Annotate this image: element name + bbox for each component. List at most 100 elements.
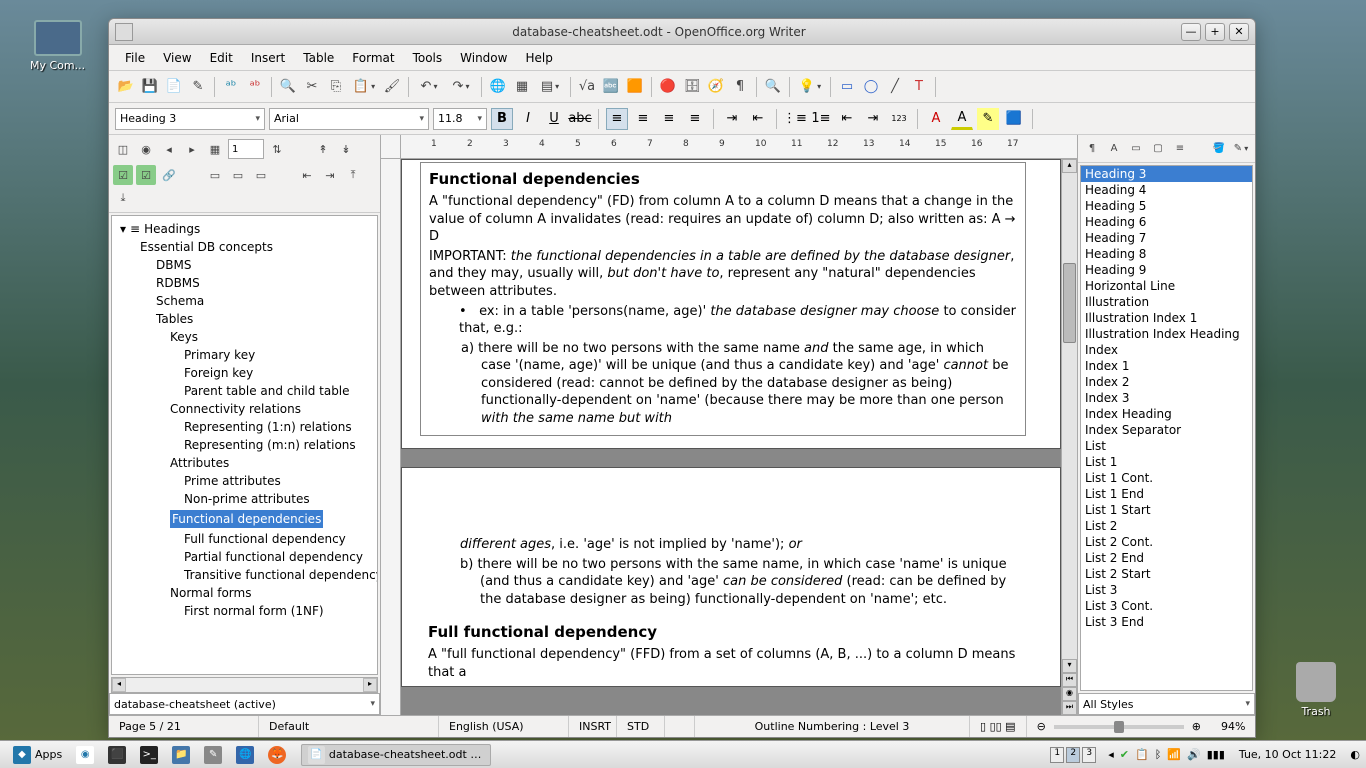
style-item[interactable]: List 3 End xyxy=(1081,614,1252,630)
desktop-trash[interactable]: Trash xyxy=(1296,662,1336,718)
line-icon[interactable]: ╱ xyxy=(884,76,906,98)
horizontal-ruler[interactable]: 1234567891011121314151617 xyxy=(381,135,1077,159)
apps-menu-button[interactable]: ◆ Apps xyxy=(6,744,69,766)
tree-item[interactable]: Non-prime attributes xyxy=(112,490,377,508)
launcher-firefox[interactable]: 🦊 xyxy=(261,744,293,766)
record-icon[interactable]: 🔴 xyxy=(657,76,679,98)
style-item[interactable]: Heading 6 xyxy=(1081,214,1252,230)
status-outline[interactable]: Outline Numbering : Level 3 xyxy=(695,716,970,737)
nav-page-icon[interactable]: ▦ xyxy=(205,139,225,159)
nonprinting-icon[interactable]: ¶ xyxy=(729,76,751,98)
status-zoom-value[interactable]: 94% xyxy=(1211,716,1255,737)
style-item[interactable]: List 3 Cont. xyxy=(1081,598,1252,614)
nav-drag-icon[interactable]: ⇅ xyxy=(267,139,287,159)
scroll-thumb[interactable] xyxy=(1063,263,1076,343)
decrease-indent-button[interactable]: ⇤ xyxy=(836,108,858,130)
ellipse-icon[interactable]: ◯ xyxy=(860,76,882,98)
style-item[interactable]: Horizontal Line xyxy=(1081,278,1252,294)
nav-movedown-icon[interactable]: ⤓ xyxy=(113,188,133,208)
fill-format-icon[interactable]: 🪣 xyxy=(1209,139,1229,159)
font-size-combo[interactable]: 11.8 xyxy=(433,108,487,130)
status-modified[interactable] xyxy=(665,716,695,737)
tree-item[interactable]: Attributes xyxy=(112,454,377,472)
paste-icon[interactable]: 📋 xyxy=(349,76,379,98)
nav-content-icon[interactable]: ☑ xyxy=(136,165,156,185)
style-item[interactable]: Heading 9 xyxy=(1081,262,1252,278)
nav-footer-icon[interactable]: ▭ xyxy=(228,165,248,185)
page-styles-icon[interactable]: ▢ xyxy=(1148,139,1168,159)
launcher-terminal[interactable]: >_ xyxy=(133,744,165,766)
menu-help[interactable]: Help xyxy=(517,48,560,68)
nav-next-icon[interactable]: ▸ xyxy=(182,139,202,159)
styles-list[interactable]: Heading 3Heading 4Heading 5Heading 6Head… xyxy=(1080,165,1253,691)
menu-edit[interactable]: Edit xyxy=(202,48,241,68)
tree-item[interactable]: Transitive functional dependency xyxy=(112,566,377,584)
align-left-button[interactable]: ≡ xyxy=(606,108,628,130)
undo-icon[interactable]: ↶ xyxy=(414,76,444,98)
frame-styles-icon[interactable]: ▭ xyxy=(1126,139,1146,159)
indent-num-button[interactable]: 123 xyxy=(888,108,910,130)
char-styles-icon[interactable]: A xyxy=(1104,139,1124,159)
menu-table[interactable]: Table xyxy=(295,48,342,68)
open-icon[interactable]: 📂 xyxy=(115,76,137,98)
bg-highlight-button[interactable]: ✎ xyxy=(977,108,999,130)
nav-chapter-up-icon[interactable]: ↟ xyxy=(313,139,333,159)
style-item[interactable]: Index xyxy=(1081,342,1252,358)
tray-lock-icon[interactable]: ◐ xyxy=(1350,748,1360,761)
tree-item[interactable]: DBMS xyxy=(112,256,377,274)
bg-color-button[interactable]: 🟦 xyxy=(1003,108,1025,130)
nav-button[interactable]: ◉ xyxy=(1062,687,1077,701)
tray-battery-icon[interactable]: ▮▮▮ xyxy=(1207,748,1225,761)
hyperlink-icon[interactable]: 🌐 xyxy=(487,76,509,98)
insert-grid-icon[interactable]: ▤ xyxy=(535,76,565,98)
list-styles-icon[interactable]: ≡ xyxy=(1170,139,1190,159)
nav-anchor-icon[interactable]: ▭ xyxy=(251,165,271,185)
nav-demote-icon[interactable]: ⇥ xyxy=(320,165,340,185)
nav-reminder-icon[interactable]: 🔗 xyxy=(159,165,179,185)
tree-item[interactable]: Prime attributes xyxy=(112,472,377,490)
style-item[interactable]: List 2 Cont. xyxy=(1081,534,1252,550)
show-desktop-button[interactable]: ◉ xyxy=(69,744,101,766)
titlebar[interactable]: database-cheatsheet.odt - OpenOffice.org… xyxy=(109,19,1255,45)
workspace-2[interactable]: 2 xyxy=(1066,747,1080,763)
tree-item[interactable]: RDBMS xyxy=(112,274,377,292)
style-item[interactable]: Index 2 xyxy=(1081,374,1252,390)
launcher-1[interactable]: ⬛ xyxy=(101,744,133,766)
text-icon[interactable]: T xyxy=(908,76,930,98)
tree-item[interactable]: Essential DB concepts xyxy=(112,238,377,256)
style-item[interactable]: Index Heading xyxy=(1081,406,1252,422)
nav-chapter-down-icon[interactable]: ↡ xyxy=(336,139,356,159)
menu-format[interactable]: Format xyxy=(344,48,402,68)
status-insert-mode[interactable]: INSRT xyxy=(569,716,617,737)
close-button[interactable]: ✕ xyxy=(1229,23,1249,41)
vertical-scrollbar[interactable]: ▴ ▾ ⏮ ◉ ⏭ xyxy=(1061,159,1077,715)
maximize-button[interactable]: + xyxy=(1205,23,1225,41)
navigator-icon[interactable]: 🧭 xyxy=(705,76,727,98)
nav-header-icon[interactable]: ▭ xyxy=(205,165,225,185)
paragraph-style-combo[interactable]: Heading 3 xyxy=(115,108,265,130)
vertical-ruler[interactable] xyxy=(381,159,401,715)
status-language[interactable]: English (USA) xyxy=(439,716,569,737)
launcher-editor[interactable]: ✎ xyxy=(197,744,229,766)
align-justify-button[interactable]: ≡ xyxy=(684,108,706,130)
tree-item[interactable]: Primary key xyxy=(112,346,377,364)
tree-item[interactable]: Keys xyxy=(112,328,377,346)
navigator-hscroll[interactable]: ◂▸ xyxy=(111,677,378,693)
style-item[interactable]: List 2 End xyxy=(1081,550,1252,566)
tree-item[interactable]: Connectivity relations xyxy=(112,400,377,418)
navigator-tree[interactable]: ▾ ≡ Headings Essential DB conceptsDBMSRD… xyxy=(111,215,378,675)
nav-toggle-icon[interactable]: ◫ xyxy=(113,139,133,159)
nav-prev-icon[interactable]: ◂ xyxy=(159,139,179,159)
bold-button[interactable]: B xyxy=(491,108,513,130)
nav-nav-icon[interactable]: ◉ xyxy=(136,139,156,159)
underline-button[interactable]: U xyxy=(543,108,565,130)
chars-icon[interactable]: 🔤 xyxy=(600,76,622,98)
tree-item[interactable]: Full functional dependency xyxy=(112,530,377,548)
style-item[interactable]: List 1 Start xyxy=(1081,502,1252,518)
tree-item[interactable]: Tables xyxy=(112,310,377,328)
find-icon[interactable]: 🔍 xyxy=(277,76,299,98)
font-color-button[interactable]: A xyxy=(925,108,947,130)
style-item[interactable]: List 1 Cont. xyxy=(1081,470,1252,486)
tray-update-icon[interactable]: ✔ xyxy=(1120,748,1129,761)
table-insert-icon[interactable]: ▦ xyxy=(511,76,533,98)
